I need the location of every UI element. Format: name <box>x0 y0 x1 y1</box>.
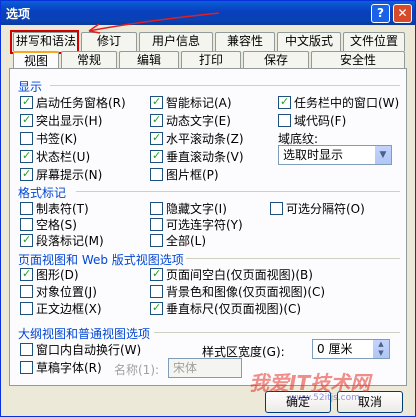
checkbox-optional-breaks[interactable]: 可选分隔符(O) <box>270 200 365 216</box>
checkbox-box[interactable] <box>150 201 163 215</box>
checkbox-box[interactable] <box>150 284 163 298</box>
field-shading-value: 选取时显示 <box>283 148 344 162</box>
style-area-width-spinner[interactable]: 0 厘米 ▲ ▼ <box>312 339 390 359</box>
checkbox-screen-tips[interactable]: 屏幕提示(N) <box>20 166 102 182</box>
checkbox-startup-task-pane[interactable]: 启动任务窗格(R) <box>20 94 126 110</box>
checkbox-box[interactable] <box>20 113 33 127</box>
checkbox-highlight[interactable]: 突出显示(H) <box>20 112 102 128</box>
checkbox-field-codes[interactable]: 域代码(F) <box>278 112 346 128</box>
checkbox-horizontal-scrollbar[interactable]: 水平滚动条(Z) <box>150 130 244 146</box>
checkbox-box[interactable] <box>20 233 33 247</box>
checkbox-box[interactable] <box>20 301 33 315</box>
checkbox-text-boundaries[interactable]: 正文边框(X) <box>20 300 102 316</box>
section-divider <box>154 332 400 333</box>
checkbox-box[interactable] <box>20 360 33 374</box>
checkbox-windows-in-taskbar[interactable]: 任务栏中的窗口(W) <box>278 94 399 110</box>
help-button[interactable]: ? <box>371 4 390 23</box>
checkbox-hidden-text[interactable]: 隐藏文字(I) <box>150 200 227 216</box>
checkbox-box[interactable] <box>20 342 33 356</box>
checkbox-box[interactable] <box>150 113 163 127</box>
checkbox-box[interactable] <box>20 131 33 145</box>
draft-font-name-label: 名称(1): <box>114 363 160 377</box>
checkbox-box[interactable] <box>150 301 163 315</box>
section-display: 显示 <box>18 80 43 94</box>
ok-button[interactable]: 确定 <box>265 391 331 413</box>
checkbox-wrap-to-window[interactable]: 窗口内自动换行(W) <box>20 341 141 357</box>
checkbox-spaces[interactable]: 空格(S) <box>20 216 77 232</box>
checkbox-box[interactable] <box>20 201 33 215</box>
tab-asian-typography[interactable]: 中文版式 <box>277 32 341 51</box>
section-outline-normal-view: 大纲视图和普通视图选项 <box>18 327 151 341</box>
checkbox-box[interactable] <box>150 267 163 281</box>
checkbox-box[interactable] <box>20 95 33 109</box>
checkbox-paragraph-marks[interactable]: 段落标记(M) <box>20 232 104 248</box>
checkbox-smart-tags[interactable]: 智能标记(A) <box>150 94 232 110</box>
style-area-width-value: 0 厘米 <box>317 342 353 356</box>
checkbox-box[interactable] <box>20 217 33 231</box>
checkbox-box[interactable] <box>278 113 291 127</box>
field-shading-select[interactable]: 选取时显示 ▼ <box>278 145 392 165</box>
tab-compatibility[interactable]: 兼容性 <box>215 32 275 51</box>
checkbox-box[interactable] <box>150 217 163 231</box>
draft-font-name-select[interactable]: 宋体 <box>168 358 242 378</box>
checkbox-vertical-scrollbar[interactable]: 垂直滚动条(V) <box>150 148 244 164</box>
checkbox-background-colors[interactable]: 背景色和图像(仅页面视图)(C) <box>150 283 325 299</box>
checkbox-box[interactable] <box>20 167 33 181</box>
checkbox-vertical-ruler[interactable]: 垂直标尺(仅页面视图)(C) <box>150 300 301 316</box>
checkbox-box[interactable] <box>20 267 33 281</box>
checkbox-box[interactable] <box>150 167 163 181</box>
checkbox-all-marks[interactable]: 全部(L) <box>150 232 206 248</box>
checkbox-drawings[interactable]: 图形(D) <box>20 266 79 282</box>
chevron-down-icon[interactable]: ▼ <box>374 146 391 164</box>
checkbox-draft-font[interactable]: 草稿字体(R) <box>20 359 102 375</box>
section-divider <box>50 85 400 86</box>
close-button[interactable]: ✕ <box>393 4 412 23</box>
checkbox-box[interactable] <box>20 149 33 163</box>
checkbox-bookmarks[interactable]: 书签(K) <box>20 130 77 146</box>
section-divider <box>186 258 400 259</box>
checkbox-box[interactable] <box>150 233 163 247</box>
checkbox-box[interactable] <box>150 131 163 145</box>
checkbox-tab-characters[interactable]: 制表符(T) <box>20 200 89 216</box>
spinner-arrows-icon[interactable]: ▲ ▼ <box>372 340 389 358</box>
checkbox-box[interactable] <box>20 284 33 298</box>
annotation-arrow <box>88 12 220 34</box>
checkbox-box[interactable] <box>150 149 163 163</box>
checkbox-box[interactable] <box>278 95 291 109</box>
checkbox-box[interactable] <box>150 95 163 109</box>
view-tab-panel: 显示 启动任务窗格(R) 智能标记(A) 任务栏中的窗口(W) 突出显示(H) … <box>9 68 407 386</box>
draft-font-name-value: 宋体 <box>173 361 198 375</box>
checkbox-picture-placeholders[interactable]: 图片框(P) <box>150 166 219 182</box>
options-dialog: 选项 ? ✕ 拼写和语法 修订 用户信息 兼容性 中文版式 文件位置 视图 常规… <box>0 0 416 417</box>
checkbox-status-bar[interactable]: 状态栏(U) <box>20 148 90 164</box>
checkbox-white-space-between-pages[interactable]: 页面间空白(仅页面视图)(B) <box>150 266 313 282</box>
cancel-button[interactable]: 取消 <box>337 391 403 413</box>
checkbox-animated-text[interactable]: 动态文字(E) <box>150 112 231 128</box>
window-title: 选项 <box>6 7 31 21</box>
section-format-marks: 格式标记 <box>18 186 67 200</box>
checkbox-box[interactable] <box>270 201 283 215</box>
tab-file-locations[interactable]: 文件位置 <box>343 32 405 51</box>
checkbox-object-anchors[interactable]: 对象位置(J) <box>20 283 97 299</box>
section-divider <box>76 191 400 192</box>
checkbox-optional-hyphens[interactable]: 可选连字符(Y) <box>150 216 243 232</box>
